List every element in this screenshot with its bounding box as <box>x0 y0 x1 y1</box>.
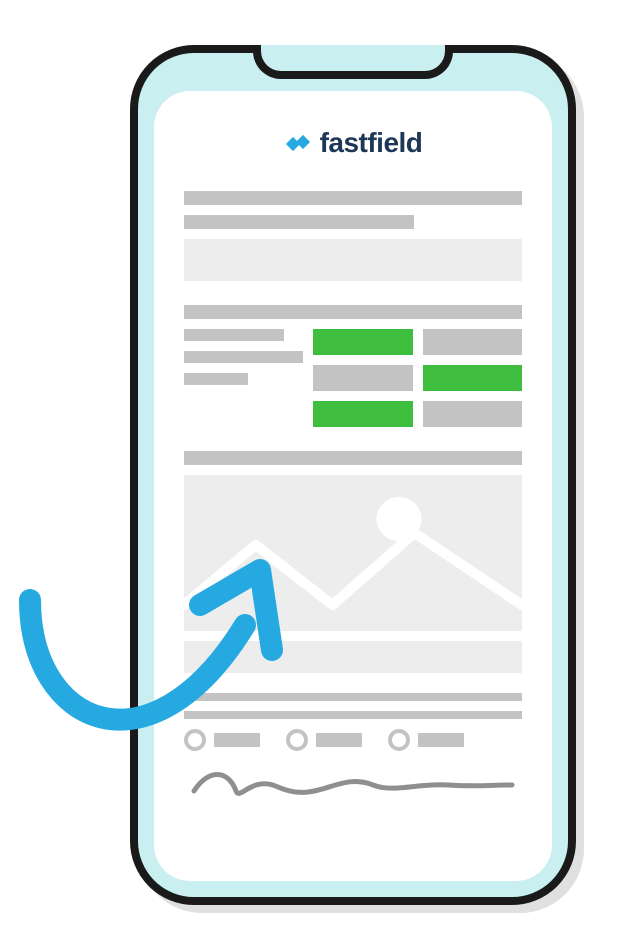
status-grid <box>184 329 522 427</box>
form-section-media <box>184 451 522 673</box>
image-placeholder[interactable] <box>184 475 522 631</box>
row-label <box>184 329 284 341</box>
divider-bar <box>184 711 522 719</box>
radio-option[interactable] <box>184 729 260 751</box>
row-label <box>184 373 248 385</box>
fastfield-icon <box>284 129 312 157</box>
row-label <box>184 351 303 363</box>
radio-label <box>418 733 464 747</box>
placeholder-bar <box>184 191 522 205</box>
status-chip-green[interactable] <box>313 329 412 355</box>
phone-frame: fastfield <box>130 45 576 905</box>
brand-logo: fastfield <box>184 127 522 159</box>
form-section-header <box>184 191 522 281</box>
phone-notch <box>253 45 453 79</box>
radio-label <box>316 733 362 747</box>
form-section-footer <box>184 693 522 801</box>
signature-field[interactable] <box>184 761 522 801</box>
form-section-grid <box>184 305 522 427</box>
status-chip-grey[interactable] <box>423 329 522 355</box>
section-title-bar <box>184 451 522 465</box>
radio-icon <box>286 729 308 751</box>
radio-icon <box>388 729 410 751</box>
radio-label <box>214 733 260 747</box>
brand-name: fastfield <box>320 127 423 159</box>
status-chip-green[interactable] <box>423 365 522 391</box>
placeholder-box <box>184 239 522 281</box>
radio-option[interactable] <box>286 729 362 751</box>
status-chip-grey[interactable] <box>313 365 412 391</box>
radio-group <box>184 729 522 751</box>
section-title-bar <box>184 305 522 319</box>
radio-option[interactable] <box>388 729 464 751</box>
status-chip-grey[interactable] <box>423 401 522 427</box>
radio-icon <box>184 729 206 751</box>
divider-bar <box>184 693 522 701</box>
status-chip-green[interactable] <box>313 401 412 427</box>
placeholder-bar <box>184 215 414 229</box>
placeholder-box <box>184 641 522 673</box>
app-screen: fastfield <box>154 91 552 881</box>
